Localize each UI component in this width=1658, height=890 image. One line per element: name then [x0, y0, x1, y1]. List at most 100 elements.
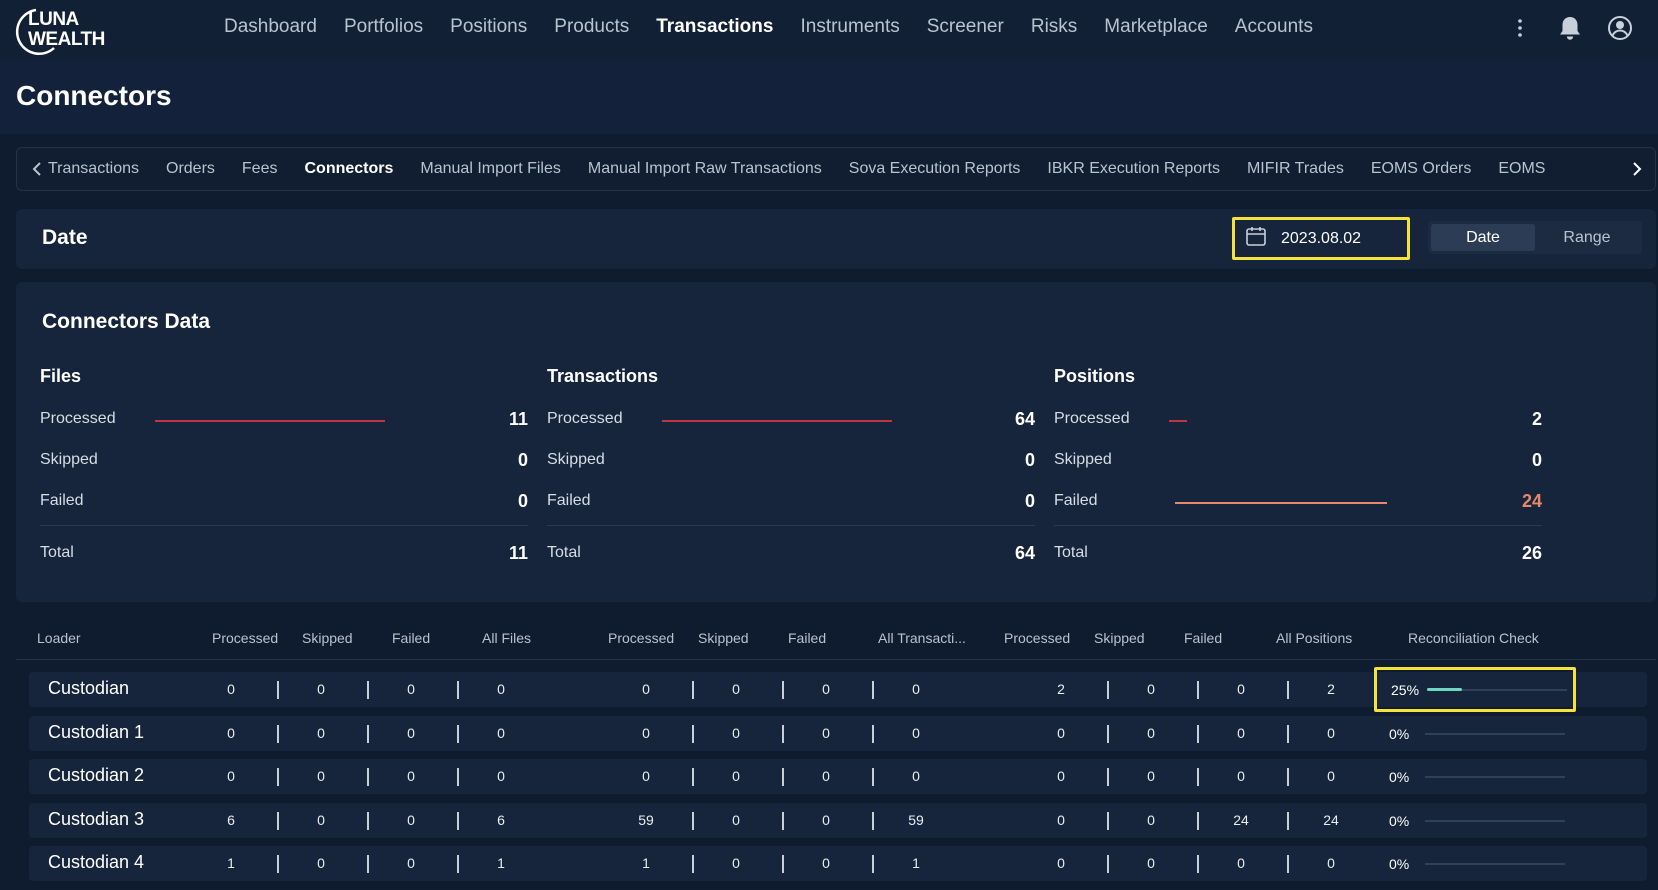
tab-sova-execution-reports[interactable]: Sova Execution Reports	[849, 160, 1021, 178]
stat-value-processed: 64	[1014, 409, 1035, 429]
recon-progress-track	[1425, 819, 1565, 822]
stat-label: Total	[1054, 544, 1088, 561]
column-header[interactable]: Loader	[37, 630, 81, 646]
table-cell: 0	[732, 855, 740, 871]
loader-name: Custodian 4	[48, 852, 145, 872]
column-header[interactable]: Failed	[1184, 630, 1222, 646]
stat-row-processed: Processed 64	[547, 400, 1035, 441]
table-cell: 0	[1237, 768, 1245, 784]
column-separator	[367, 768, 369, 786]
table-row[interactable]: Custodian 1 0 0 0 0 0 0 0 0 0 0 0 0 0%	[29, 716, 1647, 751]
column-separator	[1107, 855, 1109, 873]
table-row[interactable]: Custodian 2 0 0 0 0 0 0 0 0 0 0 0 0 0%	[29, 759, 1647, 794]
table-row[interactable]: Custodian 3 6 0 0 6 59 0 0 59 0 0 24 24 0%	[29, 803, 1647, 838]
stat-label: Processed	[1054, 410, 1130, 427]
nav-item-transactions[interactable]: Transactions	[656, 16, 773, 38]
column-separator	[782, 681, 784, 699]
table-cell: 1	[497, 855, 505, 871]
table-cell: 0	[732, 812, 740, 828]
recon-progress-track	[1425, 775, 1565, 778]
reconciliation-check: 0%	[1379, 846, 1577, 881]
column-header[interactable]: Skipped	[698, 630, 749, 646]
column-header[interactable]: Failed	[392, 630, 430, 646]
tab-manual-import-raw-transactions[interactable]: Manual Import Raw Transactions	[588, 160, 822, 178]
table-cell: 0	[407, 681, 415, 697]
table-cell: 0	[642, 768, 650, 784]
column-header[interactable]: Skipped	[1094, 630, 1145, 646]
bell-icon[interactable]	[1556, 14, 1584, 42]
stat-label: Total	[40, 544, 74, 561]
reconciliation-check: 25%	[1374, 667, 1576, 712]
recon-percent: 0%	[1389, 855, 1410, 872]
table-cell: 0	[822, 768, 830, 784]
table-cell: 0	[317, 812, 325, 828]
table-cell: 0	[317, 725, 325, 741]
chevron-left-icon[interactable]	[23, 148, 51, 190]
stat-row-skipped: Skipped 0	[40, 441, 528, 482]
date-picker-input[interactable]: 2023.08.02	[1232, 217, 1410, 260]
failed-bar	[1175, 502, 1388, 504]
calendar-icon	[1245, 225, 1267, 252]
stat-label: Total	[547, 544, 581, 561]
column-header[interactable]: All Files	[482, 630, 531, 646]
column-header[interactable]: Processed	[1004, 630, 1070, 646]
user-circle-icon[interactable]	[1606, 14, 1634, 42]
nav-item-instruments[interactable]: Instruments	[800, 16, 899, 38]
nav-item-risks[interactable]: Risks	[1031, 16, 1077, 38]
tab-fees[interactable]: Fees	[242, 160, 278, 178]
nav-item-screener[interactable]: Screener	[927, 16, 1004, 38]
table-cell: 59	[638, 812, 654, 828]
table-cell: 0	[642, 681, 650, 697]
column-separator	[457, 812, 459, 830]
processed-bar	[155, 420, 385, 422]
column-separator	[872, 855, 874, 873]
column-header[interactable]: Reconciliation Check	[1408, 630, 1539, 646]
nav-item-products[interactable]: Products	[554, 16, 629, 38]
nav-item-marketplace[interactable]: Marketplace	[1104, 16, 1208, 38]
top-navigation-bar: LUNA WEALTH Dashboard Portfolios Positions…	[0, 0, 1658, 60]
date-mode-date[interactable]: Date	[1431, 224, 1535, 251]
more-vertical-icon[interactable]	[1506, 14, 1534, 42]
chevron-right-icon[interactable]	[1623, 148, 1651, 190]
stat-label: Skipped	[1054, 451, 1112, 468]
reconciliation-check: 0%	[1379, 759, 1577, 794]
tab-orders[interactable]: Orders	[166, 160, 215, 178]
column-separator	[1197, 855, 1199, 873]
tab-eoms-orders[interactable]: EOMS Orders	[1371, 160, 1471, 178]
column-separator	[1287, 768, 1289, 786]
stat-value-processed: 2	[1531, 409, 1542, 429]
column-header[interactable]: Processed	[608, 630, 674, 646]
table-cell: 0	[822, 855, 830, 871]
table-cell: 0	[1237, 681, 1245, 697]
column-header[interactable]: All Positions	[1276, 630, 1352, 646]
column-separator	[692, 725, 694, 743]
column-header[interactable]: Processed	[212, 630, 278, 646]
tab-ibkr-execution-reports[interactable]: IBKR Execution Reports	[1047, 160, 1220, 178]
column-header[interactable]: All Transacti...	[878, 630, 966, 646]
table-cell: 0	[1237, 855, 1245, 871]
tab-connectors[interactable]: Connectors	[304, 160, 393, 178]
recon-progress-track	[1427, 687, 1567, 691]
stat-row-processed: Processed 11	[40, 400, 528, 441]
date-mode-range[interactable]: Range	[1535, 224, 1639, 251]
stat-group-transactions: Transactions Processed 64 Skipped 0 Failed 0 To…	[547, 366, 1035, 574]
date-section-label: Date	[42, 226, 88, 249]
table-cell: 0	[1147, 681, 1155, 697]
tab-mifir-trades[interactable]: MIFIR Trades	[1247, 160, 1344, 178]
tab-eoms[interactable]: EOMS	[1498, 160, 1545, 178]
nav-item-positions[interactable]: Positions	[450, 16, 527, 38]
tab-manual-import-files[interactable]: Manual Import Files	[420, 160, 561, 178]
column-header[interactable]: Failed	[788, 630, 826, 646]
nav-item-accounts[interactable]: Accounts	[1235, 16, 1313, 38]
stat-row-total: Total 26	[1054, 526, 1542, 574]
table-cell: 0	[912, 725, 920, 741]
nav-item-portfolios[interactable]: Portfolios	[344, 16, 423, 38]
column-separator	[457, 681, 459, 699]
table-row[interactable]: Custodian 4 1 0 0 1 1 0 0 1 0 0 0 0 0%	[29, 846, 1647, 881]
column-header[interactable]: Skipped	[302, 630, 353, 646]
table-row[interactable]: Custodian 0 0 0 0 0 0 0 0 2 0 0 2 25%	[29, 667, 1647, 712]
nav-item-dashboard[interactable]: Dashboard	[224, 16, 317, 38]
table-cell: 0	[732, 681, 740, 697]
stat-group-positions: Positions Processed 2 Skipped 0 Failed 24 Total…	[1054, 366, 1542, 574]
tab-transactions[interactable]: Transactions	[48, 160, 139, 178]
